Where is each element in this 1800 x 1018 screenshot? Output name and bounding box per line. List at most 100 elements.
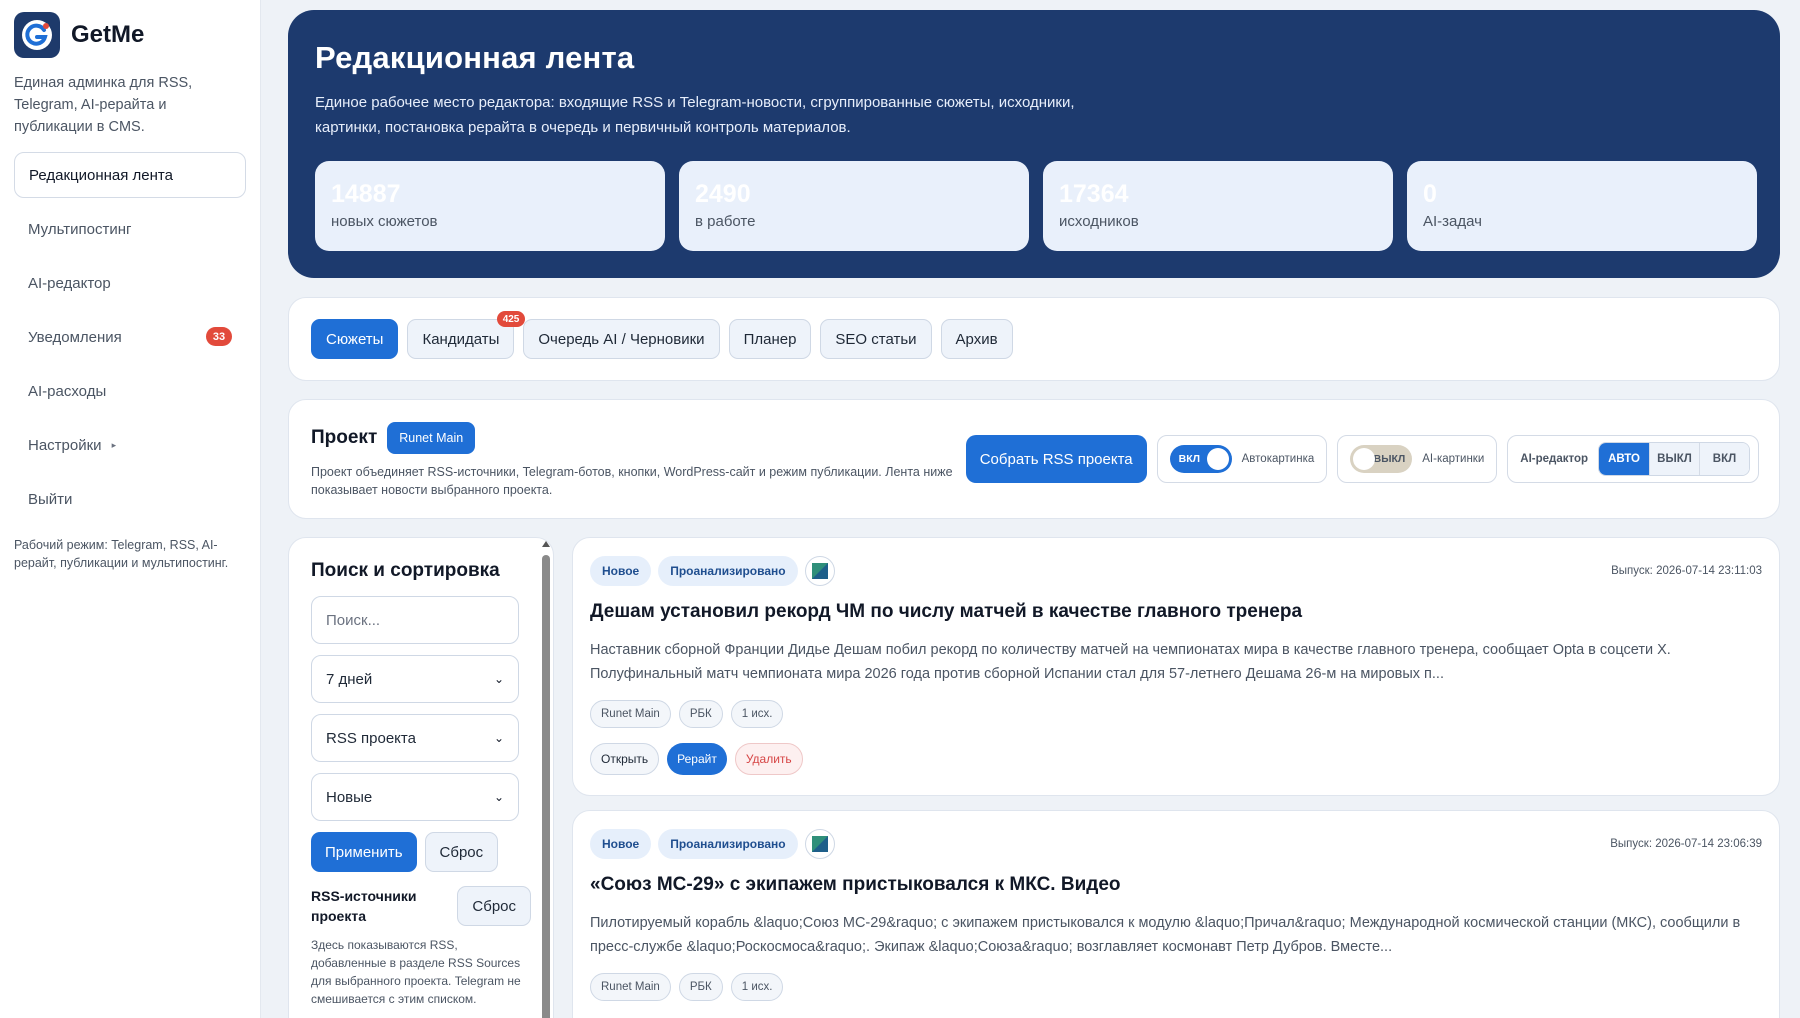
hero-banner: Редакционная лента Единое рабочее место …	[288, 10, 1780, 278]
ai-editor-mode-group: AI-редактор АВТО ВЫКЛ ВКЛ	[1507, 435, 1759, 483]
toggle-state: ВКЛ	[1178, 453, 1200, 465]
chevron-down-icon: ⌄	[493, 672, 504, 686]
stat-value: 2490	[695, 180, 751, 208]
ai-editor-option-auto[interactable]: АВТО	[1599, 443, 1649, 475]
auto-image-toggle[interactable]: ВКЛ	[1169, 445, 1232, 473]
filter-title: Поиск и сортировка	[311, 560, 500, 581]
sidebar-item-feed[interactable]: Редакционная лента	[14, 152, 246, 198]
sidebar-item-logout[interactable]: Выйти	[14, 476, 246, 522]
toggle-knob	[1353, 448, 1376, 470]
filter-actions: Применить Сброс	[311, 832, 531, 872]
tab-label: Кандидаты	[422, 330, 500, 348]
ai-editor-option-off[interactable]: ВЫКЛ	[1649, 443, 1699, 475]
work-mode-note: Рабочий режим: Telegram, RSS, AI-рерайт,…	[14, 538, 229, 570]
news-title[interactable]: Дешам установил рекорд ЧМ по числу матче…	[590, 601, 1762, 623]
period-select[interactable]: 7 дней ⌄	[311, 655, 519, 703]
status-badge: Новое	[590, 829, 652, 859]
image-icon[interactable]	[804, 556, 835, 586]
news-title[interactable]: «Союз МС-29» с экипажем пристыковался к …	[590, 874, 1762, 896]
filter-panel: Поиск и сортировка Поиск... 7 дней ⌄ RSS …	[288, 537, 554, 1018]
auto-image-toggle-group: ВКЛ Автокартинка	[1156, 435, 1328, 483]
open-button[interactable]: Открыть	[590, 743, 660, 775]
project-label: Проект	[311, 427, 378, 448]
rss-sources-title: RSS-источники проекта	[311, 888, 417, 924]
tab-seo-articles[interactable]: SEO статьи	[820, 319, 932, 359]
sidebar-item-label: Настройки	[28, 436, 102, 454]
rewrite-button[interactable]: Рерайт	[667, 743, 727, 775]
reset-button[interactable]: Сброс	[424, 832, 499, 872]
delete-button[interactable]: Удалить	[734, 743, 803, 775]
sidebar-nav: Редакционная лента Мультипостинг AI-реда…	[14, 152, 246, 522]
select-value: 7 дней	[326, 670, 373, 688]
news-excerpt: Наставник сборной Франции Дидье Дешам по…	[590, 642, 1671, 682]
stat-new-stories: 14887 новых сюжетов	[315, 161, 665, 251]
candidates-count-badge: 425	[496, 311, 526, 327]
sidebar-item-multiposting[interactable]: Мультипостинг	[14, 206, 246, 252]
news-actions: Открыть Рерайт Удалить	[590, 743, 1762, 775]
news-card: Новое Проанализировано Выпуск: 2026-07-1…	[572, 537, 1780, 796]
tab-archive[interactable]: Архив	[940, 319, 1013, 359]
chevron-down-icon: ⌄	[493, 731, 504, 745]
news-chips: Runet Main РБК 1 исх.	[590, 700, 1762, 728]
news-chips: Runet Main РБК 1 исх.	[590, 973, 1762, 1001]
sidebar-item-settings[interactable]: Настройки ▸	[14, 422, 246, 468]
status-badge: Новое	[590, 556, 652, 586]
stat-label: исходников	[1059, 213, 1139, 230]
ai-images-toggle[interactable]: ВЫКЛ	[1350, 445, 1413, 473]
sidebar-item-notifications[interactable]: Уведомления 33	[14, 314, 246, 360]
ai-images-label: AI-картинки	[1422, 453, 1485, 465]
project-chip: Runet Main	[590, 700, 671, 728]
apply-button[interactable]: Применить	[311, 832, 417, 872]
source-chip: РБК	[678, 700, 723, 728]
sources-count-chip: 1 исх.	[730, 973, 784, 1001]
tab-ai-queue[interactable]: Очередь AI / Черновики	[523, 319, 720, 359]
stat-label: новых сюжетов	[331, 213, 438, 230]
image-icon[interactable]	[804, 829, 835, 859]
ai-editor-segmented-control: АВТО ВЫКЛ ВКЛ	[1598, 442, 1750, 476]
stat-value: 0	[1423, 180, 1437, 208]
source-select[interactable]: RSS проекта ⌄	[311, 714, 519, 762]
ai-editor-option-on[interactable]: ВКЛ	[1699, 443, 1749, 475]
sidebar-item-ai-editor[interactable]: AI-редактор	[14, 260, 246, 306]
sidebar-item-label: Редакционная лента	[29, 166, 173, 184]
tab-planner[interactable]: Планер	[728, 319, 812, 359]
sidebar-item-label: Мультипостинг	[28, 220, 132, 238]
sidebar-item-ai-costs[interactable]: AI-расходы	[14, 368, 246, 414]
project-selector[interactable]: Runet Main	[387, 422, 476, 454]
project-panel: Проект Runet Main Проект объединяет RSS-…	[288, 399, 1780, 519]
select-value: RSS проекта	[326, 729, 416, 747]
tab-stories[interactable]: Сюжеты	[311, 319, 399, 359]
notifications-count-badge: 33	[206, 327, 232, 346]
scroll-up-arrow-icon[interactable]	[542, 541, 550, 547]
stat-label: AI-задач	[1423, 213, 1482, 230]
search-input[interactable]: Поиск...	[311, 596, 519, 644]
stats-row: 14887 новых сюжетов 2490 в работе 17364 исх…	[315, 161, 1757, 251]
page-title: Редакционная лента	[315, 40, 635, 75]
getme-logo-icon	[14, 12, 60, 58]
toggle-state: ВЫКЛ	[1373, 453, 1406, 465]
auto-image-label: Автокартинка	[1241, 453, 1315, 465]
sources-count-chip: 1 исх.	[730, 700, 784, 728]
collect-rss-button[interactable]: Собрать RSS проекта	[965, 435, 1147, 483]
stat-ai-tasks: 0 AI-задач	[1407, 161, 1757, 251]
news-meta: Новое Проанализировано Выпуск: 2026-07-1…	[590, 556, 1762, 586]
sidebar-item-label: AI-расходы	[28, 382, 107, 400]
tabs-bar: Сюжеты Кандидаты 425 Очередь AI / Чернови…	[288, 297, 1780, 381]
sidebar-item-label: Выйти	[28, 490, 73, 508]
release-time: Выпуск: 2026-07-14 23:06:39	[1610, 838, 1762, 850]
tab-candidates[interactable]: Кандидаты 425	[407, 311, 526, 359]
ai-editor-label: AI-редактор	[1520, 453, 1588, 465]
analysis-badge: Проанализировано	[658, 556, 798, 586]
release-time: Выпуск: 2026-07-14 23:11:03	[1611, 565, 1762, 577]
rss-reset-button[interactable]: Сброс	[457, 886, 531, 926]
stat-in-progress: 2490 в работе	[679, 161, 1029, 251]
filter-scrollbar[interactable]	[539, 537, 553, 1018]
status-select[interactable]: Новые ⌄	[311, 773, 519, 821]
brand[interactable]: GetMe	[14, 12, 246, 58]
stat-sources: 17364 исходников	[1043, 161, 1393, 251]
source-chip: РБК	[678, 973, 723, 1001]
scroll-thumb[interactable]	[542, 555, 550, 1018]
chevron-down-icon: ⌄	[493, 790, 504, 804]
project-actions: Собрать RSS проекта ВКЛ Автокартинка ВЫК…	[965, 435, 1759, 483]
news-card: Новое Проанализировано Выпуск: 2026-07-1…	[572, 810, 1780, 1018]
